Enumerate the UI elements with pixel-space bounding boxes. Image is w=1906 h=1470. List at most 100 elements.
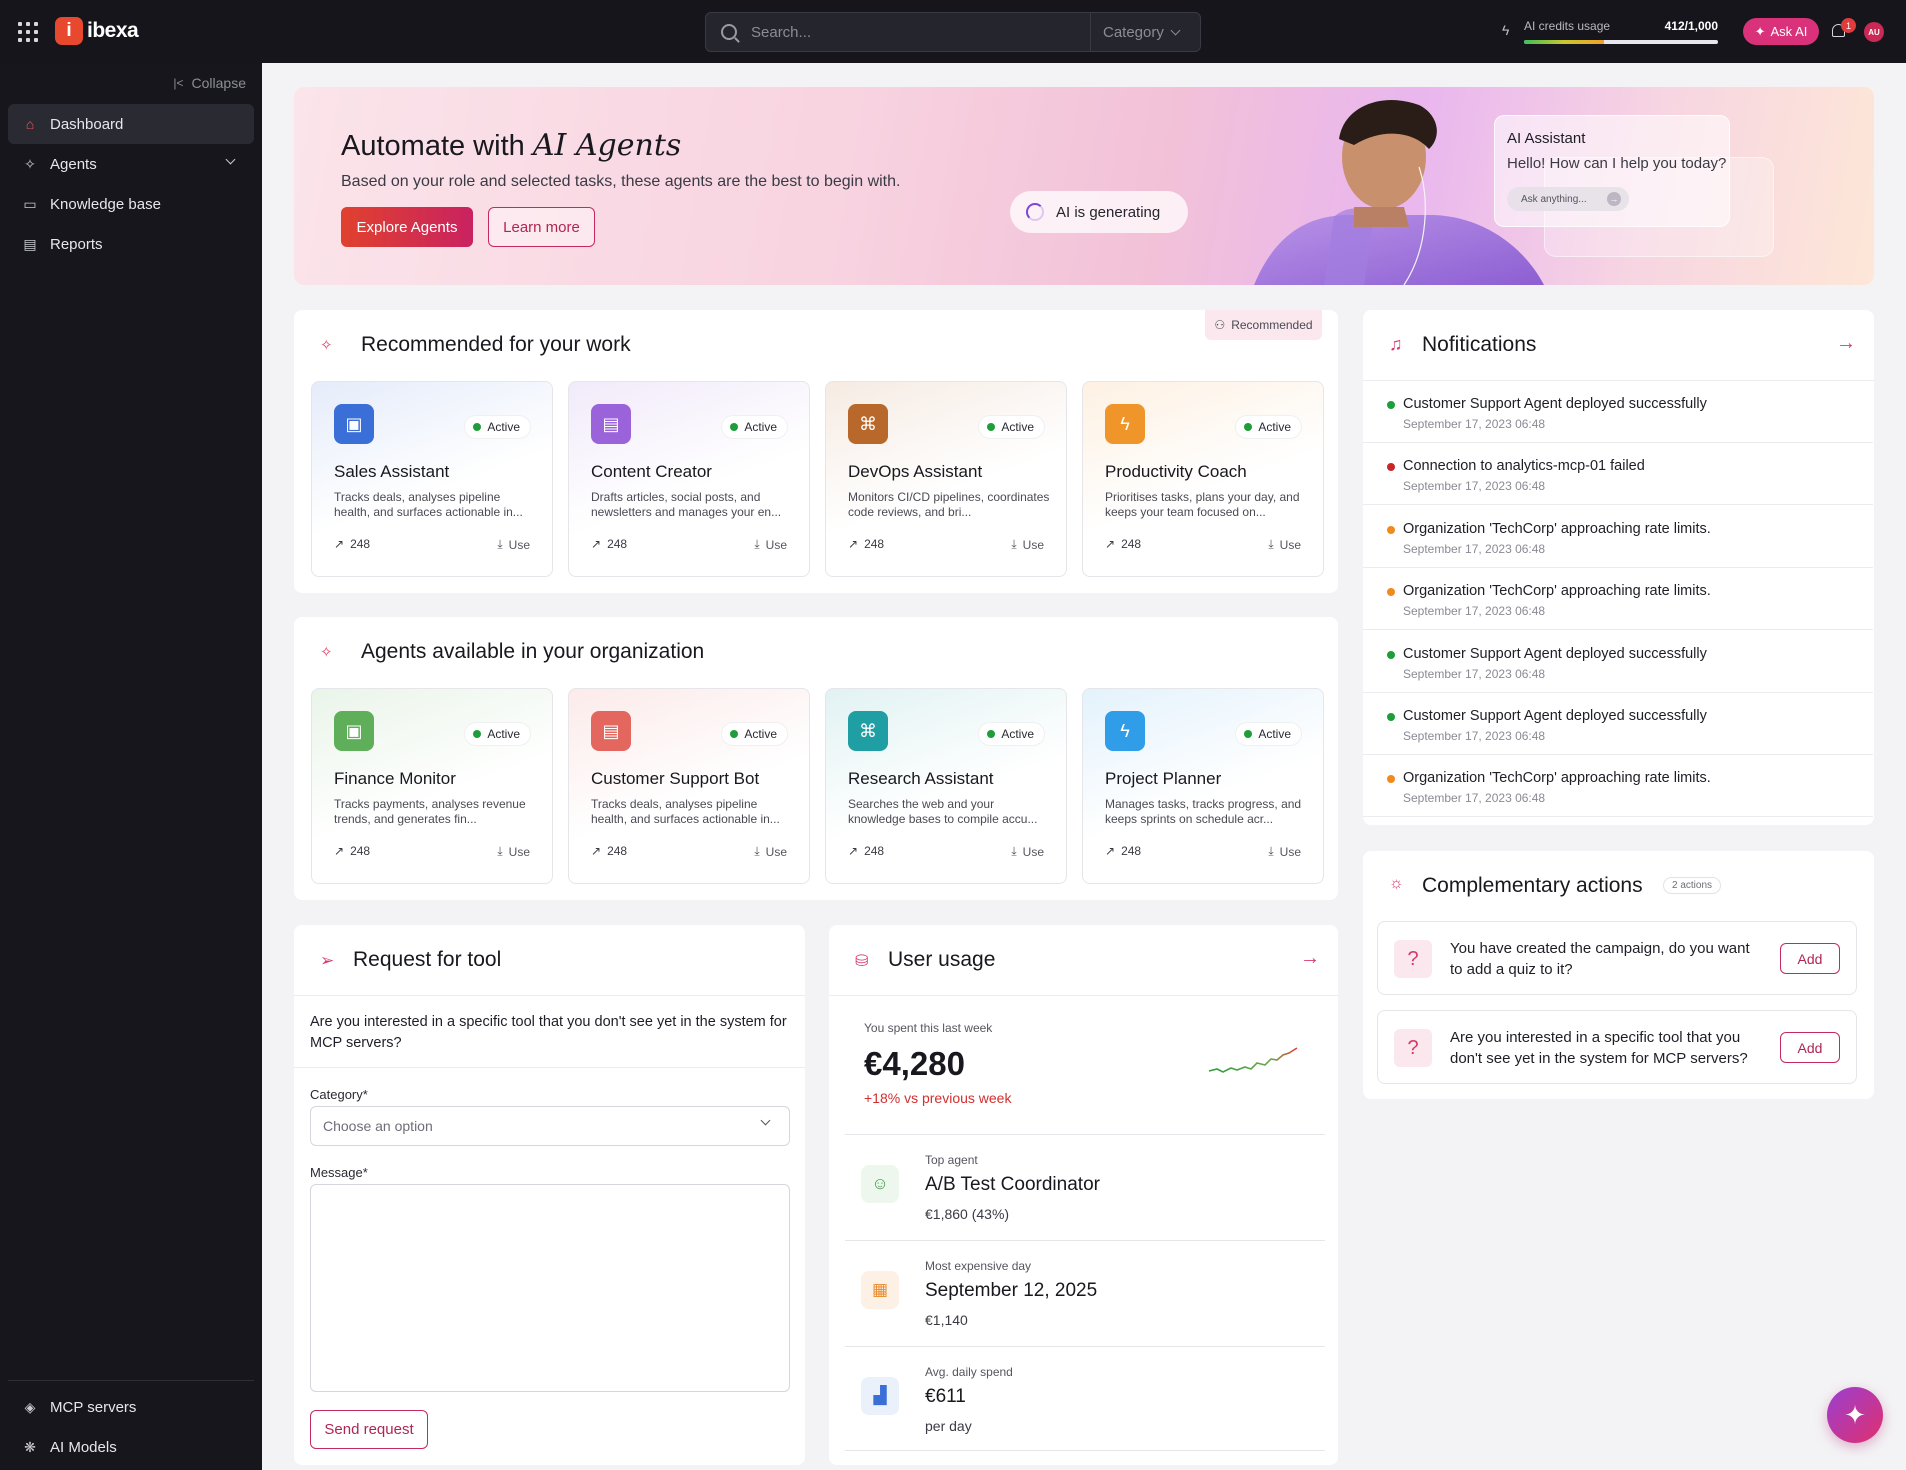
use-button[interactable]: ⤓ Use [497,537,530,552]
usage-count-value: 248 [607,844,628,858]
explore-agents-button[interactable]: Explore Agents [341,207,473,247]
agent-description: Monitors CI/CD pipelines, coordinates co… [848,490,1050,519]
agent-card[interactable]: ⌘ Active Research Assistant Searches the we… [825,688,1067,884]
collapse-button[interactable]: |< Collapse [173,75,246,91]
coins-icon: ⛁ [855,953,869,970]
status-dot-icon [987,730,996,738]
hero-title: Automate with AI Agents [341,128,681,163]
message-textarea[interactable] [310,1184,790,1392]
sidebar: |< Collapse ⌂ Dashboard ✧ Agents ▭ Knowl… [0,63,262,1470]
agent-card[interactable]: ϟ Active Productivity Coach Prioritises tas… [1082,381,1324,577]
category-select-value: Choose an option [323,1118,433,1134]
agent-card[interactable]: ϟ Active Project Planner Manages tasks, tra… [1082,688,1324,884]
ai-assistant-input[interactable]: Ask anything... → [1507,187,1629,211]
agent-card[interactable]: ▣ Active Sales Assistant Tracks deals, anal… [311,381,553,577]
notification-count-badge: 1 [1841,18,1856,33]
use-button[interactable]: ⤓ Use [1268,537,1301,552]
search-input[interactable]: Search... [751,24,1090,41]
use-button[interactable]: ⤓ Use [1268,844,1301,859]
agent-card[interactable]: ▤ Active Content Creator Drafts articles, s… [568,381,810,577]
agent-description: Tracks deals, analyses pipeline health, … [334,490,523,519]
notifications-bell-button[interactable]: 1 [1829,18,1856,42]
status-dot-icon [1387,713,1395,721]
status-label: Active [487,420,520,434]
trend-icon: ↗ [334,537,345,551]
avatar[interactable]: AU [1864,22,1884,42]
notification-item[interactable]: Customer Support Agent deployed successf… [1363,381,1873,443]
learn-more-button[interactable]: Learn more [488,207,595,247]
report-icon: ▤ [23,235,37,252]
use-label: Use [765,537,787,552]
sidebar-item-mcp-servers[interactable]: ◈ MCP servers [8,1387,254,1427]
notification-item[interactable]: Organization 'TechCorp' approaching rate… [1363,568,1873,631]
trend-icon: ↗ [848,537,859,551]
notification-item[interactable]: Organization 'TechCorp' approaching rate… [1363,506,1873,568]
search-bar[interactable]: Search... Category [705,12,1201,52]
arrow-right-icon[interactable]: → [1607,192,1621,206]
notification-item[interactable]: Customer Support Agent deployed successf… [1363,693,1873,755]
agent-icon: ▣ [334,404,374,444]
logo-text: ibexa [87,19,139,42]
view-usage-arrow-icon[interactable]: → [1300,947,1320,970]
complementary-actions-panel: ☼ Complementary actions ? You have creat… [1363,851,1874,1099]
sidebar-item-ai-models[interactable]: ❋ AI Models [8,1427,254,1467]
bar-chart-icon: ▟ [861,1377,899,1415]
status-dot-icon [1244,423,1253,431]
use-button[interactable]: ⤓ Use [754,844,787,859]
sidebar-item-knowledge-base[interactable]: ▭ Knowledge base [8,184,254,224]
ask-ai-button[interactable]: ✦ Ask AI [1743,18,1819,45]
divider [294,995,805,996]
question-icon: ? [1394,940,1432,978]
hero-title-prefix: Automate with [341,130,525,162]
status-badge: Active [1236,416,1301,438]
download-icon: ⤓ [497,844,503,858]
agent-name: Sales Assistant [334,462,450,481]
sparkle-icon: ✦ [1754,23,1766,39]
status-badge: Active [722,723,787,745]
agent-card[interactable]: ▣ Active Finance Monitor Tracks payments, a… [311,688,553,884]
app-grid-icon[interactable] [18,22,38,42]
category-dropdown[interactable]: Category [1090,13,1200,51]
agent-description: Prioritises tasks, plans your day, and k… [1105,490,1300,519]
loading-spinner-icon [1026,203,1044,221]
notification-message: Customer Support Agent deployed successf… [1403,396,1707,412]
usage-stat-avg-daily: ▟ Avg. daily spend €611 per day [845,1346,1325,1451]
notification-item[interactable]: Organization 'TechCorp' approaching rate… [1363,755,1873,818]
add-button[interactable]: Add [1780,1032,1840,1063]
agent-card[interactable]: ⌘ Active DevOps Assistant Monitors CI/CD pi… [825,381,1067,577]
usage-count-value: 248 [864,537,885,551]
calendar-icon: ▦ [861,1271,899,1309]
agent-name: Project Planner [1105,769,1222,788]
category-field-label: Category* [310,1087,368,1102]
use-button[interactable]: ⤓ Use [497,844,530,859]
sparkle-icon: ✦ [1844,1399,1866,1430]
use-button[interactable]: ⤓ Use [1011,537,1044,552]
category-select[interactable]: Choose an option [310,1106,790,1146]
sidebar-item-reports[interactable]: ▤ Reports [8,224,254,264]
ai-assistant-card: AI Assistant Hello! How can I help you t… [1494,115,1730,227]
status-dot-icon [987,423,996,431]
add-button[interactable]: Add [1780,943,1840,974]
ai-assistant-fab[interactable]: ✦ [1827,1387,1883,1443]
agent-description: Tracks deals, analyses pipeline health, … [591,797,780,826]
complementary-action-card: ? You have created the campaign, do you … [1377,921,1857,995]
sidebar-item-agents[interactable]: ✧ Agents [8,144,254,184]
agent-card[interactable]: ▤ Active Customer Support Bot Tracks deals,… [568,688,810,884]
download-icon: ⤓ [754,844,760,858]
use-label: Use [1022,844,1044,859]
notification-message: Customer Support Agent deployed successf… [1403,645,1707,662]
notification-item[interactable]: Customer Support Agent deployed successf… [1363,631,1873,693]
sidebar-item-dashboard[interactable]: ⌂ Dashboard [8,104,254,144]
usage-count-value: 248 [864,844,885,858]
usage-count-value: 248 [350,537,371,551]
view-all-notifications-arrow-icon[interactable]: → [1836,332,1856,355]
actions-count-badge: 2 actions [1663,877,1722,894]
use-button[interactable]: ⤓ Use [1011,844,1044,859]
usage-count: ↗ 248 [848,844,884,858]
logo[interactable]: i ibexa [55,17,139,45]
notification-item[interactable]: Connection to analytics-mcp-01 failed Sep… [1363,443,1873,506]
use-button[interactable]: ⤓ Use [754,537,787,552]
status-dot-icon [1387,650,1395,659]
send-request-button[interactable]: Send request [310,1410,428,1449]
use-label: Use [508,537,530,552]
